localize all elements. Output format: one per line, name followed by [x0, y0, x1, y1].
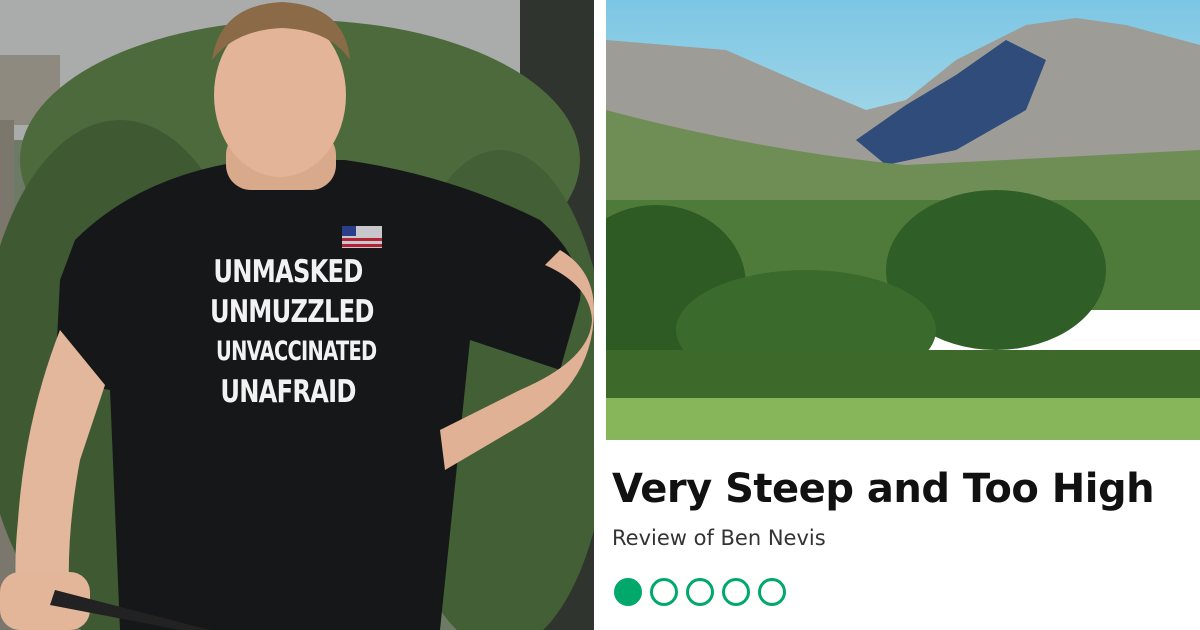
shirt-line-unafraid: UNAFRAID — [220, 374, 356, 410]
rating-bubble-3 — [686, 578, 714, 606]
rating-bubble-2 — [650, 578, 678, 606]
shirt-line-unvaccinated: UNVACCINATED — [216, 336, 377, 367]
rating-bubbles — [614, 578, 786, 606]
shirt-line-unmuzzled: UNMUZZLED — [210, 294, 374, 330]
rating-bubble-1 — [614, 578, 642, 606]
rating-bubble-5 — [758, 578, 786, 606]
review-subtitle: Review of Ben Nevis — [612, 526, 826, 550]
rating-bubble-4 — [722, 578, 750, 606]
mountain-photo — [606, 0, 1200, 440]
shirt-line-unmasked: UNMASKED — [213, 254, 363, 290]
review-title: Very Steep and Too High — [612, 466, 1155, 512]
shirt-slogan: UNMASKED UNMUZZLED UNVACCINATED UNAFRAID — [188, 252, 388, 412]
review-card: Very Steep and Too High Review of Ben Ne… — [606, 0, 1200, 630]
man-photo-panel: UNMASKED UNMUZZLED UNVACCINATED UNAFRAID — [0, 0, 594, 630]
